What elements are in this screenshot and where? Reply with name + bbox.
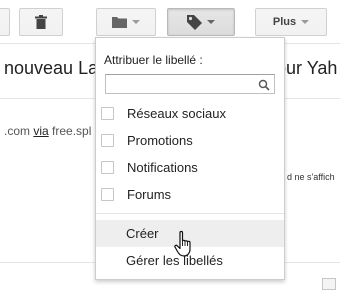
label-option-reseaux-sociaux[interactable]: Réseaux sociaux: [96, 100, 284, 127]
label-option-text: Promotions: [127, 133, 193, 148]
create-label-text: Créer: [126, 226, 159, 241]
label-option-promotions[interactable]: Promotions: [96, 127, 284, 154]
label-checkbox[interactable]: [101, 134, 114, 147]
folder-icon: [112, 17, 127, 28]
label-option-text: Réseaux sociaux: [127, 106, 226, 121]
label-checkbox[interactable]: [101, 161, 114, 174]
partial-toolbar-button[interactable]: [0, 8, 10, 36]
delete-button[interactable]: [19, 8, 63, 36]
hand-cursor-icon: [174, 230, 191, 257]
chevron-down-icon: [132, 20, 140, 24]
trash-icon: [35, 15, 47, 29]
label-option-notifications[interactable]: Notifications: [96, 154, 284, 181]
email-subject-left: nouveau La: [4, 58, 99, 78]
footer-widget[interactable]: [322, 278, 336, 290]
menu-separator: [96, 213, 284, 214]
more-button-label: Plus: [272, 16, 297, 28]
chevron-down-icon: [301, 20, 310, 24]
more-button[interactable]: Plus: [255, 8, 327, 36]
via-link[interactable]: via: [33, 124, 48, 138]
label-option-text: Notifications: [127, 160, 198, 175]
sender-domain: free.spl: [48, 124, 92, 138]
email-sender-line: .com via free.spl: [4, 124, 91, 138]
label-search-input[interactable]: [106, 75, 274, 93]
labels-button[interactable]: [167, 8, 235, 36]
email-subject-right: our Yah: [276, 58, 338, 78]
label-option-forums[interactable]: Forums: [96, 181, 284, 208]
chevron-down-icon: [207, 20, 215, 24]
sender-prefix: .com: [4, 124, 34, 138]
label-search-field[interactable]: [105, 74, 275, 94]
label-tag-icon: [187, 14, 202, 30]
display-notice-link[interactable]: d ne s'affich: [287, 172, 340, 182]
search-icon: [258, 79, 270, 91]
label-checkbox[interactable]: [101, 188, 114, 201]
label-option-text: Forums: [127, 187, 172, 202]
move-to-button[interactable]: [96, 8, 156, 36]
label-checkbox[interactable]: [101, 107, 114, 120]
menu-heading: Attribuer le libellé :: [104, 53, 203, 67]
